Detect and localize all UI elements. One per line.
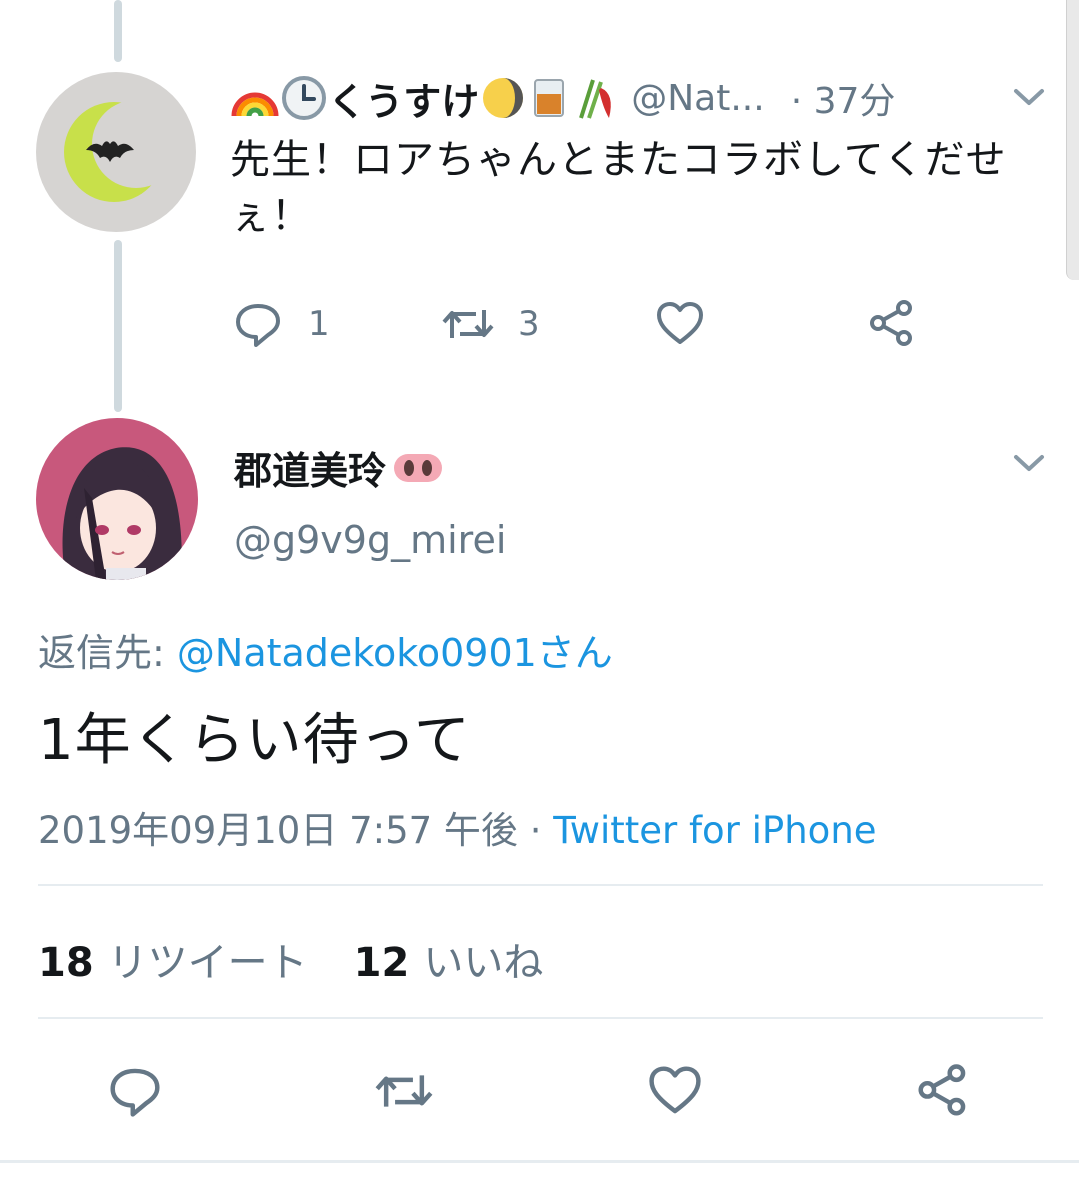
retweets-count: 18 xyxy=(38,940,94,986)
retweets-stat[interactable]: 18 リツイート xyxy=(38,930,308,988)
share-icon xyxy=(918,1064,966,1116)
rainbow-icon xyxy=(231,92,279,117)
reply-to-user-link[interactable]: @Natadekoko0901さん xyxy=(177,631,613,675)
time-separator: · xyxy=(790,81,803,122)
bottom-divider xyxy=(0,1160,1079,1163)
meta-separator: · xyxy=(517,809,554,852)
thread-line-connector xyxy=(114,240,122,412)
reply-to-line: 返信先: @Natadekoko0901さん xyxy=(38,622,613,677)
main-handle[interactable]: @g9v9g_mirei xyxy=(234,518,506,562)
retweets-label: リツイート xyxy=(107,940,308,986)
main-retweet-button[interactable] xyxy=(372,1062,436,1120)
reply-to-label: 返信先: xyxy=(38,631,177,675)
retweet-icon xyxy=(375,1075,433,1107)
parent-handle[interactable]: @Nat... xyxy=(631,78,764,119)
parent-retweet-button[interactable]: 3 xyxy=(440,298,540,350)
parent-timestamp[interactable]: 37分 xyxy=(814,81,896,122)
heart-icon xyxy=(649,1066,701,1114)
divider-bottom xyxy=(38,1017,1043,1019)
parent-reply-count: 1 xyxy=(308,304,330,344)
divider-top xyxy=(38,884,1043,886)
likes-count: 12 xyxy=(353,940,410,986)
tweet-stats: 18 リツイート 12 いいね xyxy=(38,930,543,988)
tweet-meta: 2019年09月10日 7:57 午後 · Twitter for iPhone xyxy=(38,800,877,854)
bamboo-pepper-icon xyxy=(579,79,612,119)
parent-reply-button[interactable]: 1 xyxy=(232,298,330,350)
pig-nose-icon xyxy=(394,453,443,482)
parent-avatar[interactable] xyxy=(36,72,196,232)
tweet-source-link[interactable]: Twitter for iPhone xyxy=(553,809,876,852)
parent-time: · 37分 xyxy=(791,72,896,124)
likes-stat[interactable]: 12 いいね xyxy=(354,930,544,988)
heart-icon xyxy=(657,302,703,344)
main-chevron-down-icon[interactable] xyxy=(1012,452,1046,474)
share-icon xyxy=(870,300,912,346)
main-author: 郡道美玲 xyxy=(234,440,444,495)
parent-like-button[interactable] xyxy=(654,298,706,350)
parent-share-button[interactable] xyxy=(866,298,918,350)
moon-icon xyxy=(483,78,524,118)
main-avatar[interactable] xyxy=(36,418,198,580)
reply-icon xyxy=(236,304,280,347)
main-display-name[interactable]: 郡道美玲 xyxy=(234,440,386,495)
whisky-glass-icon xyxy=(534,79,565,117)
parent-retweet-count: 3 xyxy=(518,304,540,344)
thread-line-top xyxy=(114,0,122,62)
parent-chevron-down-icon[interactable] xyxy=(1012,86,1046,108)
parent-header: くうすけ @Nat... · 37分 xyxy=(230,72,895,124)
likes-label: いいね xyxy=(423,940,544,986)
scrollbar[interactable] xyxy=(1066,0,1079,280)
tweet-date: 2019年09月10日 7:57 午後 xyxy=(38,809,518,852)
parent-display-name[interactable]: くうすけ xyxy=(328,71,479,126)
main-reply-button[interactable] xyxy=(106,1062,164,1120)
retweet-icon xyxy=(442,310,494,338)
main-tweet-text: 1年くらい待って xyxy=(38,708,471,773)
main-share-button[interactable] xyxy=(914,1062,972,1120)
parent-tweet-text: 先生！ロアちゃんとまたコラボしてくだせぇ！ xyxy=(230,137,1007,239)
main-like-button[interactable] xyxy=(646,1062,704,1120)
clock-icon xyxy=(282,76,326,120)
reply-icon xyxy=(110,1068,160,1117)
